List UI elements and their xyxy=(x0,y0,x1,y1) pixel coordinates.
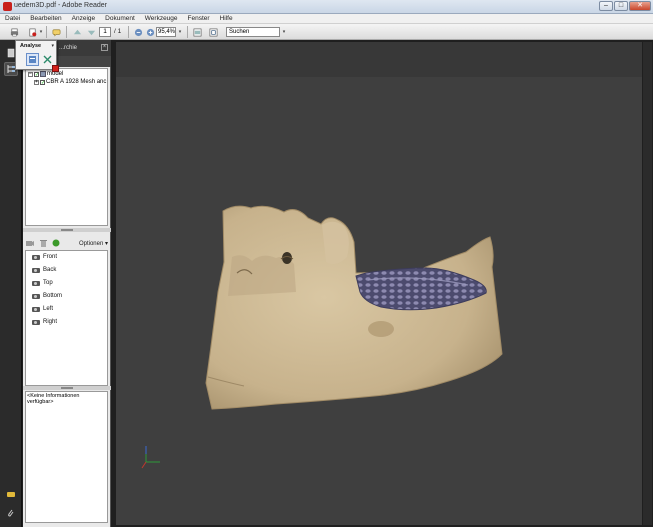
delete-view-icon[interactable] xyxy=(38,239,48,248)
view-item-top[interactable]: Top xyxy=(32,280,53,286)
page-down-icon[interactable] xyxy=(85,26,97,38)
model-tree: − ✓ model + ✓ CBR A 1928 Mesh anc xyxy=(25,68,108,226)
jaw-model[interactable] xyxy=(116,42,642,525)
maximize-button[interactable]: □ xyxy=(614,1,628,11)
document-viewer xyxy=(112,40,653,527)
camera-icon xyxy=(32,254,40,260)
comments-panel-icon[interactable] xyxy=(4,488,18,502)
main-toolbar: ▾ 1 / 1 95,4% ▾ Suchen ▾ xyxy=(0,24,653,40)
fit-width-icon[interactable] xyxy=(191,26,203,38)
view-label: Top xyxy=(43,280,53,286)
expand-icon[interactable]: + xyxy=(34,79,39,85)
collapse-icon[interactable]: − xyxy=(28,71,33,77)
panel-title: ...rchie xyxy=(59,45,78,51)
search-dropdown-icon[interactable]: ▾ xyxy=(281,26,287,38)
menu-dokument[interactable]: Dokument xyxy=(100,14,140,23)
menu-datei[interactable]: Datei xyxy=(0,14,25,23)
title-bar: uedem3D.pdf - Adobe Reader – □ ✕ xyxy=(0,0,653,14)
3d-canvas[interactable] xyxy=(116,42,642,525)
share-dropdown-icon[interactable]: ▾ xyxy=(38,26,44,38)
close-button[interactable]: ✕ xyxy=(629,1,651,11)
panel-splitter[interactable] xyxy=(23,228,111,232)
minimize-button[interactable]: – xyxy=(599,1,613,11)
fit-page-icon[interactable] xyxy=(207,26,219,38)
refresh-view-icon[interactable] xyxy=(51,239,61,248)
view-label: Back xyxy=(43,267,57,273)
view-item-right[interactable]: Right xyxy=(32,319,57,325)
view-label: Front xyxy=(43,254,58,260)
camera-icon xyxy=(32,319,40,325)
print-icon[interactable] xyxy=(8,26,20,38)
view-item-bottom[interactable]: Bottom xyxy=(32,293,62,299)
view-item-left[interactable]: Left xyxy=(32,306,53,312)
camera-icon xyxy=(32,267,40,273)
view-item-back[interactable]: Back xyxy=(32,267,56,273)
window-title: uedem3D.pdf - Adobe Reader xyxy=(14,2,108,9)
analyse-flyout: Analyse ▾ xyxy=(15,40,57,70)
menu-anzeige[interactable]: Anzeige xyxy=(67,14,101,23)
menu-hilfe[interactable]: Hilfe xyxy=(215,14,238,23)
tree-node-mesh[interactable]: + ✓ CBR A 1928 Mesh anc xyxy=(34,79,106,85)
page-up-icon[interactable] xyxy=(71,26,83,38)
view-label: Left xyxy=(43,306,54,312)
views-toolbar: Optionen ▾ xyxy=(25,237,108,249)
zoom-in-icon[interactable] xyxy=(144,26,156,38)
assembly-icon xyxy=(40,71,46,77)
camera-icon xyxy=(32,280,40,286)
visibility-checkbox[interactable]: ✓ xyxy=(40,79,45,85)
panel-splitter[interactable] xyxy=(23,386,111,390)
attachments-icon[interactable] xyxy=(4,506,18,520)
object-info-box: <Keine Informationen verfügbar> xyxy=(25,391,108,523)
tree-node-label: CBR A 1928 Mesh anc xyxy=(46,79,107,85)
zoom-dropdown-icon[interactable]: ▾ xyxy=(177,26,183,38)
view-item-front[interactable]: Front xyxy=(32,254,57,260)
navigation-rail xyxy=(0,40,22,527)
adobe-reader-icon xyxy=(3,2,12,11)
menu-bar: Datei Bearbeiten Anzeige Dokument Werkze… xyxy=(0,14,653,24)
search-input[interactable]: Suchen xyxy=(226,27,280,37)
page-total: / 1 xyxy=(114,28,122,35)
flyout-title: Analyse xyxy=(20,43,42,49)
add-view-icon[interactable] xyxy=(25,239,35,248)
zoom-level-input[interactable]: 95,4% xyxy=(156,27,176,37)
views-list: Front Back Top Bottom Left Right xyxy=(25,250,108,386)
camera-icon xyxy=(32,293,40,299)
menu-werkzeuge[interactable]: Werkzeuge xyxy=(140,14,183,23)
visibility-checkbox[interactable]: ✓ xyxy=(34,71,39,77)
measure-tool-icon[interactable] xyxy=(26,53,39,66)
camera-icon xyxy=(32,306,40,312)
vertical-scrollbar[interactable] xyxy=(643,42,652,525)
view-label: Bottom xyxy=(43,293,63,299)
model-tree-panel: ...rchie × − ✓ model + ✓ CBR A 1928 Mesh… xyxy=(23,40,111,527)
flyout-arrow-icon[interactable]: ▾ xyxy=(51,43,54,49)
comment-icon[interactable] xyxy=(50,26,62,38)
panel-close-button[interactable]: × xyxy=(101,44,108,51)
view-label: Right xyxy=(43,319,58,325)
zoom-out-icon[interactable] xyxy=(132,26,144,38)
selection-marker xyxy=(52,65,59,72)
options-dropdown[interactable]: Optionen ▾ xyxy=(79,240,108,247)
page-number-input[interactable]: 1 xyxy=(99,27,111,37)
menu-bearbeiten[interactable]: Bearbeiten xyxy=(25,14,66,23)
document-share-icon[interactable] xyxy=(26,26,38,38)
menu-fenster[interactable]: Fenster xyxy=(183,14,215,23)
